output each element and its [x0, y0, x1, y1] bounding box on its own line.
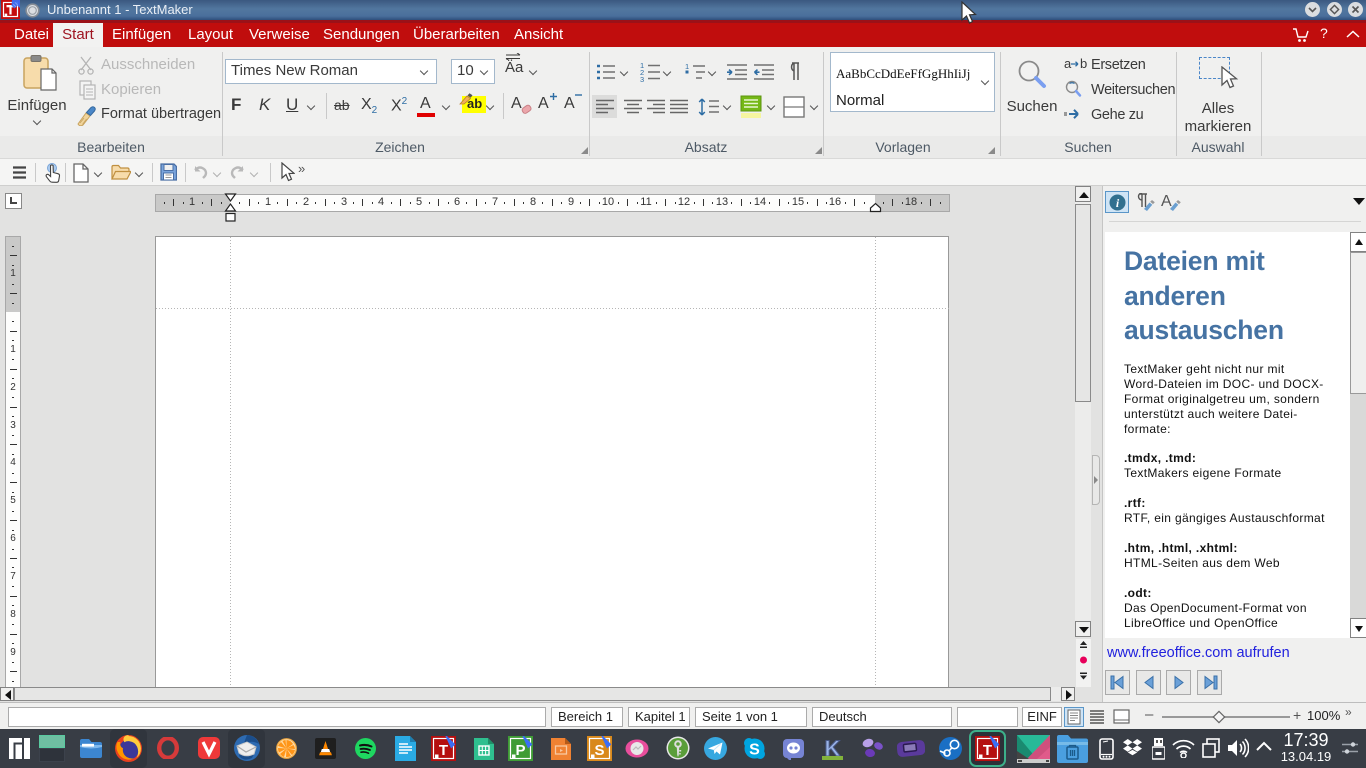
svg-text:3: 3	[640, 75, 644, 82]
svg-text:T: T	[439, 742, 448, 759]
svg-text:P: P	[515, 742, 525, 759]
svg-text:S: S	[749, 742, 760, 759]
svg-text:1: 1	[685, 62, 689, 71]
svg-text:S: S	[594, 742, 604, 759]
svg-text:T: T	[983, 742, 992, 759]
